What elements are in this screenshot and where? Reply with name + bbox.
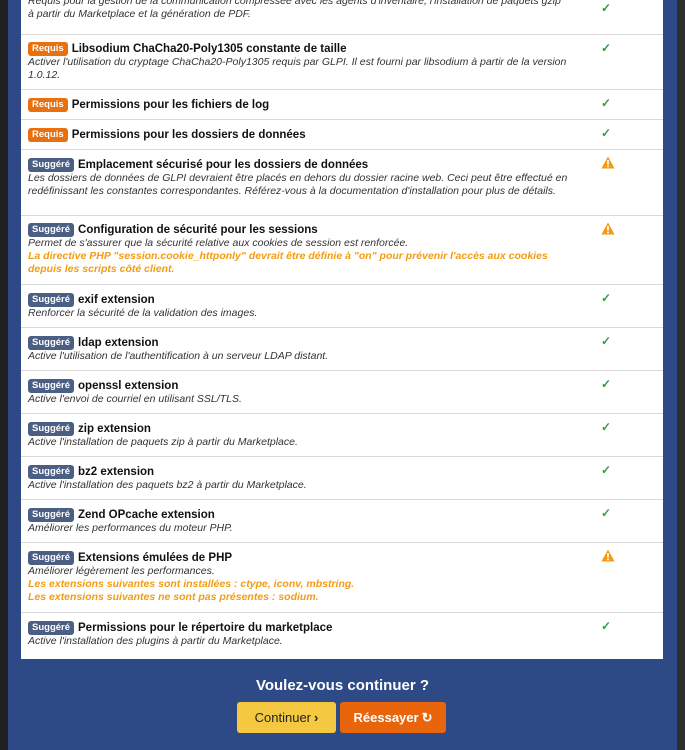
requirement-description: Active l'installation de paquets zip à p…: [28, 436, 298, 448]
requirement-row: Requis Permissions pour les dossiers de d…: [21, 120, 663, 150]
retry-label: Réessayer: [353, 710, 419, 725]
window-edge: [0, 0, 8, 750]
requirement-title: Suggéré exif extension: [28, 293, 573, 307]
requirement-row: Requis Libsodium ChaCha20-Poly1305 consta…: [21, 35, 663, 90]
requirement-warning: Les extensions suivantes sont installées…: [28, 578, 355, 603]
requirement-description: Active l'utilisation de l'authentificati…: [28, 350, 329, 362]
requirement-title: Suggéré Configuration de sécurité pour le…: [28, 223, 573, 237]
requirement-row: Suggéré exif extension Renforcer la sécur…: [21, 285, 663, 328]
check-icon: ✓: [601, 126, 612, 140]
check-icon: ✓: [601, 506, 612, 520]
required-badge: Requis: [28, 42, 68, 56]
check-icon: ✓: [601, 463, 612, 477]
check-icon: ✓: [601, 420, 612, 434]
suggested-badge: Suggéré: [28, 158, 75, 172]
required-badge: Requis: [28, 128, 68, 142]
requirement-name: Permissions pour le répertoire du market…: [78, 622, 333, 634]
check-icon: ✓: [601, 96, 612, 110]
continue-question: Voulez-vous continuer ?: [255, 677, 430, 694]
check-icon: ✓: [601, 377, 612, 391]
requirement-name: Configuration de sécurité pour les sessi…: [78, 224, 318, 236]
requirement-name: Permissions pour les dossiers de données: [71, 129, 306, 141]
suggested-badge: Suggéré: [28, 336, 75, 350]
requirement-title: Suggéré Emplacement sécurisé pour les dos…: [28, 158, 573, 172]
requirement-description: Active l'installation des plugins à part…: [28, 635, 283, 647]
requirement-description: Permet de s'assurer que la sécurité rela…: [28, 237, 409, 249]
requirement-name: Emplacement sécurisé pour les dossiers d…: [78, 159, 369, 171]
requirement-description: à partir du Marketplace et la génération…: [28, 8, 251, 20]
requirement-row: Suggéré openssl extension Active l'envoi …: [21, 371, 663, 414]
continue-label: Continuer: [254, 710, 312, 725]
suggested-badge: Suggéré: [28, 422, 75, 436]
requirement-name: bz2 extension: [78, 466, 155, 478]
install-dialog: Requis pour la gestion de la communicati…: [8, 0, 677, 750]
warning-icon: [601, 156, 615, 170]
check-icon: ✓: [601, 291, 612, 305]
refresh-icon: ↻: [421, 710, 433, 725]
suggested-badge: Suggéré: [28, 621, 75, 635]
suggested-badge: Suggéré: [28, 223, 75, 237]
requirement-title: Suggéré zip extension: [28, 422, 573, 436]
suggested-badge: Suggéré: [28, 465, 75, 479]
requirement-name: openssl extension: [78, 380, 179, 392]
requirement-title: Suggéré Zend OPcache extension: [28, 508, 573, 522]
suggested-badge: Suggéré: [28, 293, 75, 307]
warning-icon: [601, 549, 615, 563]
requirement-name: Extensions émulées de PHP: [78, 552, 233, 564]
requirement-description: Activer l'utilisation du cryptage ChaCha…: [28, 56, 567, 81]
requirement-description: Améliorer les performances du moteur PHP…: [28, 522, 233, 534]
requirement-description: Les dossiers de données de GLPI devraien…: [28, 172, 568, 197]
suggested-badge: Suggéré: [28, 551, 75, 565]
requirement-name: zip extension: [78, 423, 151, 435]
required-badge: Requis: [28, 98, 68, 112]
requirement-name: exif extension: [78, 294, 155, 306]
suggested-badge: Suggéré: [28, 508, 75, 522]
suggested-badge: Suggéré: [28, 379, 75, 393]
requirement-title: Requis Libsodium ChaCha20-Poly1305 consta…: [28, 42, 573, 56]
requirement-row: Suggéré Configuration de sécurité pour le…: [21, 216, 663, 285]
requirement-row: Suggéré ldap extension Active l'utilisati…: [21, 328, 663, 371]
requirement-row: Suggéré bz2 extension Active l'installati…: [21, 457, 663, 500]
check-icon: ✓: [601, 41, 612, 55]
requirement-title: Suggéré openssl extension: [28, 379, 573, 393]
requirements-list: Requis pour la gestion de la communicati…: [21, 0, 663, 659]
requirement-description: Active l'envoi de courriel en utilisant …: [28, 393, 242, 405]
requirement-title: Suggéré bz2 extension: [28, 465, 573, 479]
requirement-description: Renforcer la sécurité de la validation d…: [28, 307, 258, 319]
requirement-name: Permissions pour les fichiers de log: [71, 99, 270, 111]
requirement-title: Requis Permissions pour les fichiers de l…: [28, 98, 573, 112]
requirement-title: Suggéré Permissions pour le répertoire du…: [28, 621, 573, 635]
requirement-description: Requis pour la gestion de la communicati…: [28, 0, 561, 7]
requirement-title: Requis Permissions pour les dossiers de d…: [28, 128, 573, 142]
requirement-description: Active l'installation des paquets bz2 à …: [28, 479, 307, 491]
chevron-right-icon: ›: [314, 710, 319, 725]
requirement-warning: La directive PHP "session.cookie_httponl…: [28, 250, 548, 275]
requirement-row: Suggéré Extensions émulées de PHP Amélior…: [21, 543, 663, 613]
requirement-name: Libsodium ChaCha20-Poly1305 constante de…: [71, 43, 347, 55]
requirement-row-gzip: Requis pour la gestion de la communicati…: [21, 0, 663, 35]
check-icon: ✓: [601, 619, 612, 633]
requirement-row: Suggéré zip extension Active l'installati…: [21, 414, 663, 457]
continue-button[interactable]: Continuer ›: [237, 702, 336, 733]
requirement-row: Requis Permissions pour les fichiers de l…: [21, 90, 663, 120]
requirement-name: ldap extension: [78, 337, 159, 349]
requirement-name: Zend OPcache extension: [78, 509, 215, 521]
retry-button[interactable]: Réessayer ↻: [340, 702, 446, 733]
warning-icon: [601, 222, 615, 236]
requirement-row: Suggéré Emplacement sécurisé pour les dos…: [21, 150, 663, 216]
requirement-row: Suggéré Permissions pour le répertoire du…: [21, 613, 663, 656]
check-icon: ✓: [601, 334, 612, 348]
requirement-title: Suggéré ldap extension: [28, 336, 573, 350]
check-icon: ✓: [601, 1, 612, 15]
requirement-description: Améliorer légèrement les performances.: [28, 565, 215, 577]
requirement-title: Suggéré Extensions émulées de PHP: [28, 551, 573, 565]
requirement-row: Suggéré Zend OPcache extension Améliorer …: [21, 500, 663, 543]
